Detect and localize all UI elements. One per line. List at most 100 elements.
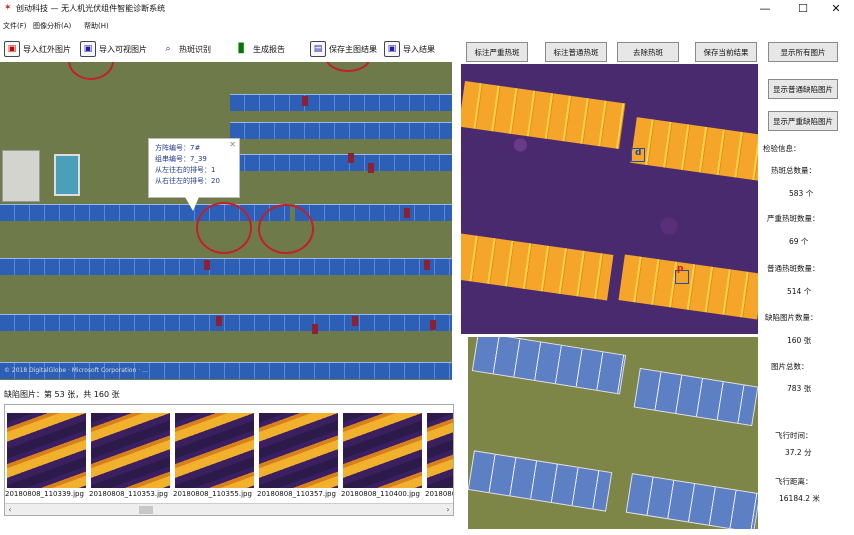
stat-value: 160 张 [787, 336, 812, 345]
thumbnail-image[interactable] [343, 413, 422, 488]
visible-panel-row [471, 337, 627, 395]
stat-label: 热斑总数量： [771, 166, 816, 175]
bar-chart-icon: ▊ [238, 44, 246, 54]
fault-images-counter: 缺陷图片：第 53 张，共 160 张 [4, 390, 120, 399]
hotspot-detect-label: 热斑识别 [179, 44, 211, 54]
popup-right-index: 从右往左的排号：20 [155, 177, 220, 185]
hotspot-label: p [677, 264, 684, 274]
stat-label: 飞行距离： [775, 477, 813, 486]
fault-marker[interactable] [424, 260, 430, 270]
fault-marker[interactable] [312, 324, 318, 334]
thumbnail-caption: 20180808_110353.jpg [89, 490, 168, 498]
stats-heading: 检验信息： [763, 144, 801, 153]
stat-value: 69 个 [789, 237, 809, 246]
thumbnail-image[interactable] [427, 413, 453, 488]
visible-image-view[interactable] [468, 337, 758, 529]
scrollbar-thumb[interactable] [139, 506, 153, 514]
thumbnail-image[interactable] [7, 413, 86, 488]
stat-value: 583 个 [789, 189, 814, 198]
camera-icon: ▣ [80, 41, 96, 57]
show-all-images-button[interactable]: 显示所有图片 [768, 42, 838, 62]
thumbnail-caption: 20180808_ [425, 490, 453, 498]
pv-array-row [230, 154, 452, 171]
visible-panel-row [633, 367, 758, 427]
thermal-panel-row [618, 254, 758, 320]
stat-label: 普通热斑数量： [767, 264, 820, 273]
hotspot-label: d [635, 148, 642, 158]
stat-value: 37.2 分 [785, 448, 812, 457]
pv-array-row [0, 314, 452, 331]
pool [54, 154, 80, 196]
hotspot-circle[interactable] [196, 202, 252, 254]
fault-marker[interactable] [352, 316, 358, 326]
thumbnail-caption: 20180808_110357.jpg [257, 490, 336, 498]
popup-pointer [185, 197, 199, 211]
thermal-panel-row [630, 117, 758, 181]
window-title: 创动科技 — 无人机光伏组件智能诊断系统 [16, 4, 166, 13]
menu-help[interactable]: 帮助(H) [84, 21, 109, 31]
remove-hotspot-button[interactable]: 去除热斑 [617, 42, 679, 62]
thumbnail-image[interactable] [175, 413, 254, 488]
popup-close-icon[interactable]: ✕ [229, 140, 236, 149]
panel-info-popup: ✕ 方阵编号：7# 组串编号：7_39 从左往右的排号：1 从右往左的排号：20 [148, 138, 240, 198]
hotspot-circle[interactable] [258, 204, 314, 254]
thermal-image-view[interactable]: d p [461, 64, 758, 334]
save-current-result-button[interactable]: 保存当前结果 [695, 42, 757, 62]
fault-marker[interactable] [348, 153, 354, 163]
hotspot-circle[interactable] [68, 62, 114, 80]
visible-panel-row [625, 473, 758, 529]
import-ir-label: 导入红外图片 [23, 44, 71, 54]
import-ir-button[interactable]: ▣ 导入红外图片 [4, 38, 71, 60]
fault-marker[interactable] [368, 163, 374, 173]
pv-array-row [230, 122, 452, 139]
import-icon: ▣ [384, 41, 400, 57]
show-normal-fault-images-button[interactable]: 显示普通缺陷图片 [768, 79, 838, 99]
pv-array-row [295, 204, 452, 221]
popup-string-number: 组串编号：7_39 [155, 155, 207, 163]
mark-severe-hotspot-button[interactable]: 标注严重热斑 [466, 42, 528, 62]
close-button[interactable]: ✕ [818, 1, 854, 17]
stat-value: 783 张 [787, 384, 812, 393]
stat-label: 飞行时间： [775, 431, 813, 440]
fault-marker[interactable] [430, 320, 436, 330]
import-result-button[interactable]: ▣ 导入结果 [384, 38, 435, 60]
generate-report-label: 生成报告 [253, 44, 285, 54]
popup-left-index: 从左往右的排号：1 [155, 166, 216, 174]
thumbnail-strip[interactable]: 20180808_110339.jpg 20180808_110353.jpg … [4, 404, 454, 516]
stat-label: 图片总数： [771, 362, 809, 371]
thumbnail-image[interactable] [259, 413, 338, 488]
stat-value: 514 个 [787, 287, 812, 296]
generate-report-button[interactable]: ▊ 生成报告 [234, 38, 285, 60]
visible-panel-row [468, 450, 613, 512]
mark-normal-hotspot-button[interactable]: 标注普通热斑 [545, 42, 607, 62]
toolbar: ▣ 导入红外图片 ▣ 导入可视图片 ⌕ 热斑识别 ▊ 生成报告 ▤ 保存主图结果… [0, 36, 460, 62]
menu-file[interactable]: 文件(F) [3, 21, 27, 31]
map-view[interactable]: ✕ 方阵编号：7# 组串编号：7_39 从左往右的排号：1 从右往左的排号：20… [0, 62, 452, 380]
fault-marker[interactable] [204, 260, 210, 270]
menu-bar: 文件(F) 图像分析(A) 帮助(H) [0, 19, 854, 33]
horizontal-scrollbar[interactable]: ‹ › [5, 503, 453, 515]
pv-array-row [230, 94, 452, 111]
fault-marker[interactable] [302, 96, 308, 106]
menu-image-analysis[interactable]: 图像分析(A) [33, 21, 71, 31]
fault-marker[interactable] [404, 208, 410, 218]
hotspot-detect-button[interactable]: ⌕ 热斑识别 [160, 38, 211, 60]
import-result-label: 导入结果 [403, 44, 435, 54]
import-visible-button[interactable]: ▣ 导入可视图片 [80, 38, 147, 60]
stat-value: 16184.2 米 [779, 494, 820, 503]
save-main-button[interactable]: ▤ 保存主图结果 [310, 38, 377, 60]
hotspot-circle[interactable] [325, 62, 371, 72]
app-icon: ✶ [4, 3, 12, 13]
show-severe-fault-images-button[interactable]: 显示严重缺陷图片 [768, 111, 838, 131]
thumbnail-image[interactable] [91, 413, 170, 488]
popup-array-number: 方阵编号：7# [155, 144, 201, 152]
fault-marker[interactable] [216, 316, 222, 326]
thermal-panel-row [461, 80, 626, 150]
scroll-right-icon[interactable]: › [443, 504, 453, 515]
maximize-button[interactable]: ☐ [785, 1, 821, 17]
import-visible-label: 导入可视图片 [99, 44, 147, 54]
minimize-button[interactable]: — [747, 1, 783, 17]
pv-array-row [0, 258, 452, 275]
map-attribution: © 2018 DigitalGlobe · Microsoft Corporat… [4, 367, 148, 374]
scroll-left-icon[interactable]: ‹ [5, 504, 15, 515]
